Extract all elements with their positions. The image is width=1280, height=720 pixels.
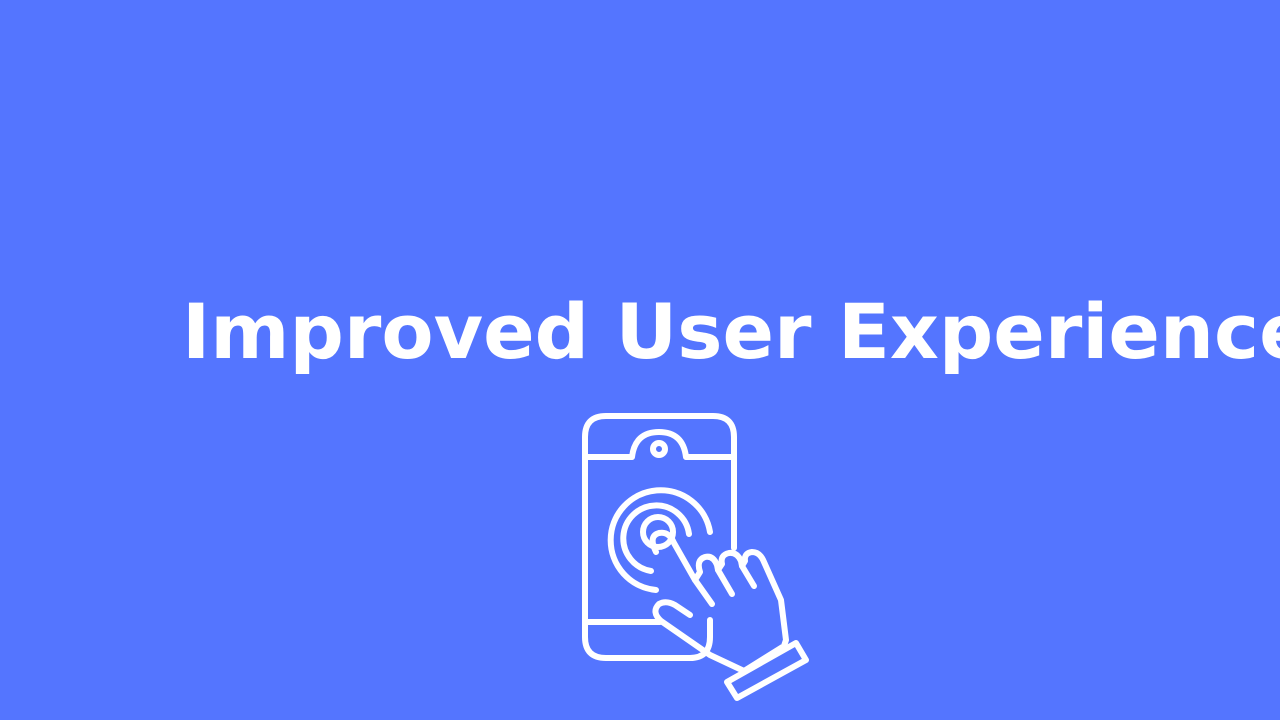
phone-camera xyxy=(650,440,668,458)
hand-finger-line-3 xyxy=(739,563,757,589)
slide-title: Improved User Experience xyxy=(182,287,1280,376)
slide: Improved User Experience xyxy=(0,0,1280,720)
hand-finger-line-2 xyxy=(715,567,735,597)
hand-outline xyxy=(649,529,789,674)
hand-finger-line-1 xyxy=(692,577,715,607)
touchscreen-tap-icon xyxy=(582,413,809,701)
